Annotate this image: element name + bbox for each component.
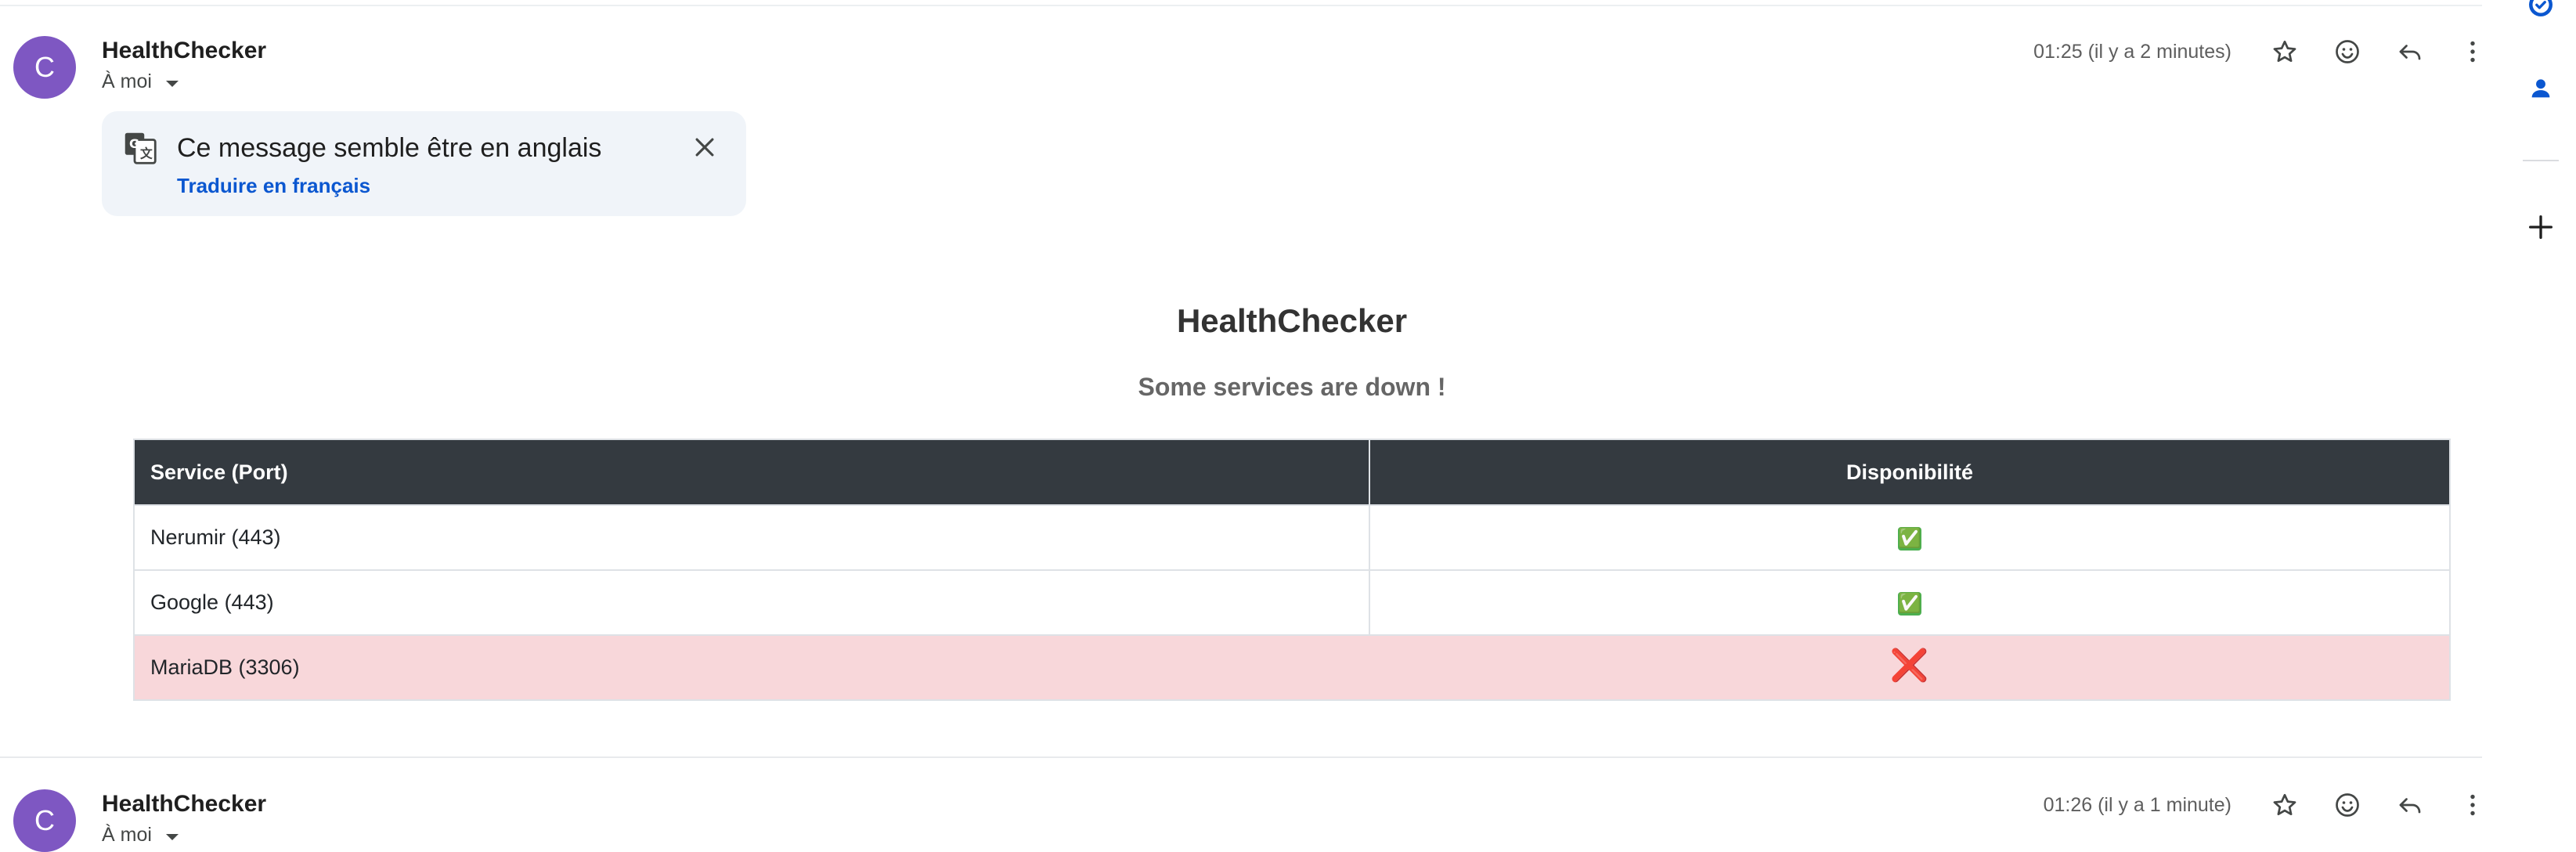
avatar[interactable]: C xyxy=(13,36,76,99)
emoji-icon xyxy=(2336,793,2359,817)
message-timestamp: 01:25 (il y a 2 minutes) xyxy=(2033,41,2231,63)
tasks-button[interactable] xyxy=(2506,0,2576,19)
sender-name[interactable]: HealthChecker xyxy=(102,791,266,818)
table-header-row: Service (Port) Disponibilité xyxy=(133,439,2451,506)
sender-name[interactable]: HealthChecker xyxy=(102,38,266,64)
chevron-down-icon xyxy=(165,833,179,840)
add-addon-button[interactable] xyxy=(2506,211,2576,243)
column-header-availability: Disponibilité xyxy=(1369,439,2451,506)
avatar-letter: C xyxy=(34,804,55,836)
star-icon xyxy=(2273,793,2296,816)
add-icon xyxy=(2529,215,2553,239)
svg-text:G: G xyxy=(129,136,139,151)
column-header-service: Service (Port) xyxy=(133,439,1370,506)
reply-icon xyxy=(2399,45,2421,60)
message-timestamp: 01:26 (il y a 1 minute) xyxy=(2043,794,2231,816)
star-button[interactable] xyxy=(2263,30,2307,74)
service-cell: Google (443) xyxy=(133,569,1370,636)
reply-button[interactable] xyxy=(2388,783,2432,827)
star-button[interactable] xyxy=(2263,783,2307,827)
status-table: Service (Port) Disponibilité Nerumir (44… xyxy=(133,439,2451,701)
recipient-toggle[interactable]: À moi xyxy=(102,70,179,93)
availability-cell: ❌ xyxy=(1369,634,2451,701)
emoji-button[interactable] xyxy=(2325,783,2369,827)
message-actions xyxy=(2231,28,2482,75)
rail-gutter xyxy=(2482,0,2506,847)
translation-banner: G 文 Ce message semble être en anglais Tr… xyxy=(102,111,746,216)
recipient-toggle[interactable]: À moi xyxy=(102,824,179,847)
email-subheading: Some services are down ! xyxy=(1138,373,1446,401)
check-mark-icon: ✅ xyxy=(1898,591,1921,616)
table-row: Nerumir (443) ✅ xyxy=(133,504,2451,571)
translate-icon: G 文 xyxy=(124,132,157,164)
service-cell: Nerumir (443) xyxy=(133,504,1370,571)
reply-button[interactable] xyxy=(2388,30,2432,74)
avatar-letter: C xyxy=(34,51,55,83)
emoji-icon xyxy=(2336,40,2359,63)
close-banner-button[interactable] xyxy=(686,128,723,166)
message-expanded: C HealthChecker À moi 01:26 (il y a 1 mi… xyxy=(0,756,2482,852)
chevron-down-icon xyxy=(165,80,179,87)
recipient-label: À moi xyxy=(102,70,152,92)
close-icon xyxy=(695,138,714,157)
avatar[interactable]: C xyxy=(13,789,76,852)
availability-cell: ✅ xyxy=(1369,569,2451,636)
rail-divider xyxy=(2523,160,2559,161)
translate-link[interactable]: Traduire en français xyxy=(177,174,370,198)
cross-mark-icon: ❌ xyxy=(1889,648,1929,683)
tasks-icon xyxy=(2529,0,2553,16)
emoji-button[interactable] xyxy=(2325,30,2369,74)
table-row: Google (443) ✅ xyxy=(133,569,2451,636)
recipient-label: À moi xyxy=(102,824,152,846)
check-mark-icon: ✅ xyxy=(1898,526,1921,551)
service-cell: MariaDB (3306) xyxy=(133,634,1369,701)
availability-cell: ✅ xyxy=(1369,504,2451,571)
contacts-icon xyxy=(2531,79,2550,98)
star-icon xyxy=(2273,40,2296,63)
contacts-button[interactable] xyxy=(2506,75,2576,102)
email-thread: C HealthChecker À moi 01:25 (il y a 2 mi… xyxy=(0,0,2482,852)
email-heading: HealthChecker xyxy=(1176,302,1408,339)
svg-text:文: 文 xyxy=(140,146,153,161)
side-panel-rail xyxy=(2506,0,2576,847)
table-row: MariaDB (3306) ❌ xyxy=(133,634,2451,701)
message-expanded: C HealthChecker À moi 01:25 (il y a 2 mi… xyxy=(0,0,2482,756)
message-actions xyxy=(2231,782,2482,829)
translation-message: Ce message semble être en anglais xyxy=(177,133,602,163)
reply-icon xyxy=(2399,798,2421,814)
